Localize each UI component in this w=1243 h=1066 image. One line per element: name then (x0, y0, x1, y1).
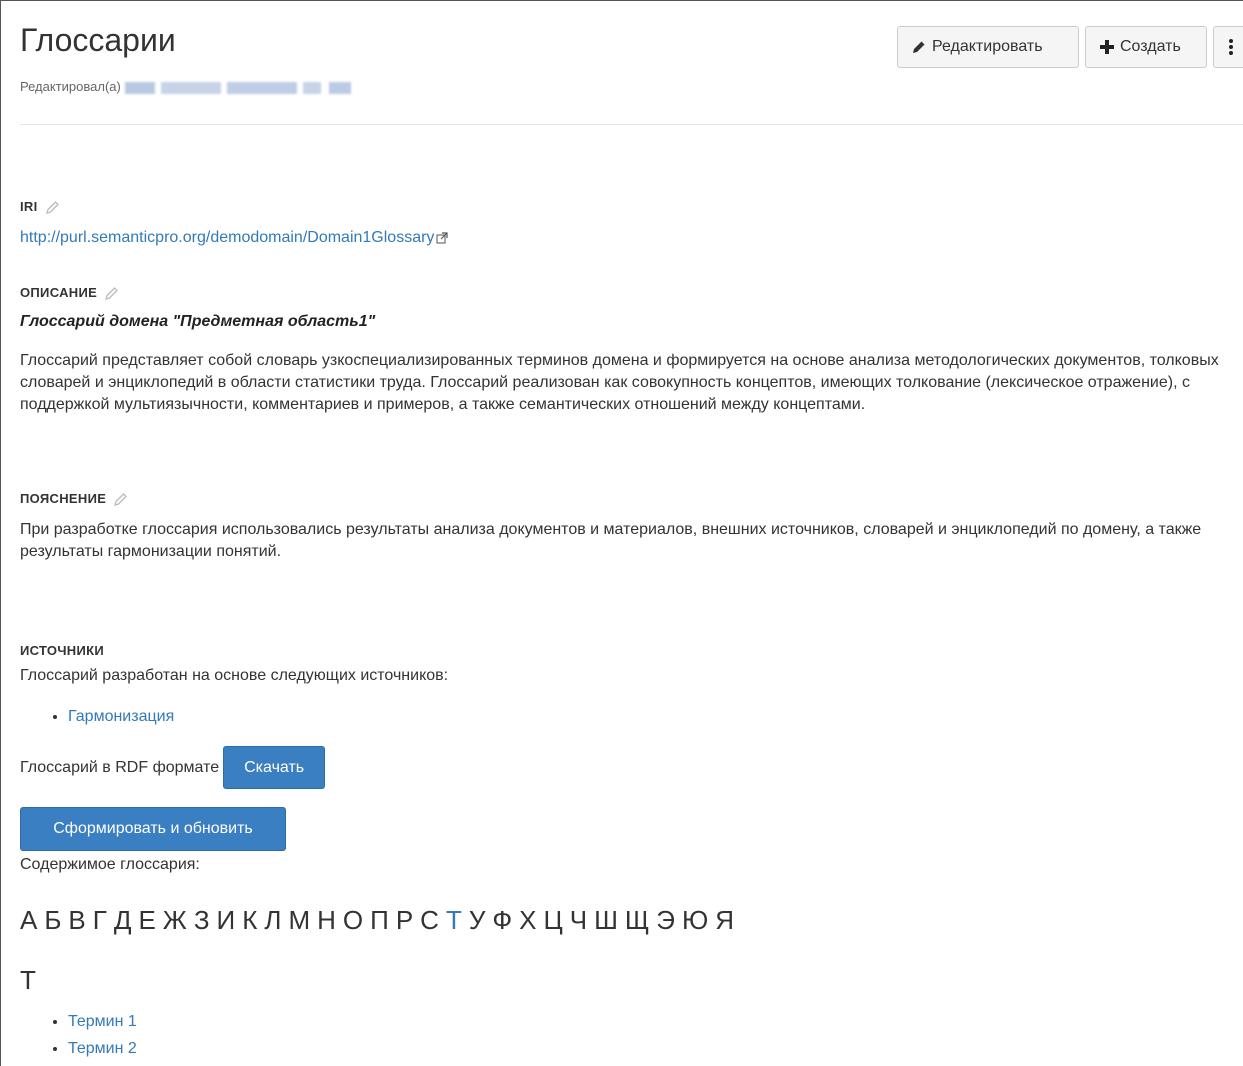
content-label: Содержимое глоссария: (20, 856, 200, 873)
more-options-button[interactable] (1213, 26, 1243, 68)
alphabet-letter-3[interactable]: В (68, 905, 85, 936)
description-title: Глоссарий домена "Предметная область1" (20, 313, 376, 330)
alphabet-letter-18[interactable]: Т (446, 905, 462, 936)
sources-intro: Глоссарий разработан на основе следующих… (20, 667, 449, 684)
alphabet-letter-13[interactable]: Н (317, 905, 336, 936)
edited-by: Редактировал(а) (20, 79, 351, 94)
alphabet-letter-22[interactable]: Ц (543, 905, 562, 936)
iri-link[interactable]: http://purl.semanticpro.org/demodomain/D… (20, 229, 434, 246)
alphabet-letter-11[interactable]: Л (264, 905, 281, 936)
alphabet-letter-8[interactable]: З (194, 905, 210, 936)
alphabet-letter-10[interactable]: К (242, 905, 257, 936)
external-link-icon (436, 232, 449, 244)
alphabet-letter-7[interactable]: Ж (163, 905, 187, 936)
explanation-label-text: ПОЯСНЕНИЕ (20, 491, 107, 506)
explanation-label: ПОЯСНЕНИЕ (20, 491, 128, 506)
alphabet-letter-15[interactable]: П (370, 905, 389, 936)
alphabet-letter-26[interactable]: Э (656, 905, 675, 936)
alphabet-letter-1[interactable]: А (20, 905, 37, 936)
create-button[interactable]: Создать (1085, 26, 1207, 68)
description-body: Глоссарий представляет собой словарь узк… (20, 352, 1219, 413)
term-link[interactable]: Термин 1 (68, 1013, 137, 1030)
generate-and-update-button[interactable]: Сформировать и обновить (20, 807, 286, 851)
pencil-icon[interactable] (45, 200, 60, 214)
source-link[interactable]: Гармонизация (68, 708, 174, 725)
iri-label-text: IRI (20, 199, 38, 214)
alphabet-letter-28[interactable]: Я (715, 905, 734, 936)
vertical-ellipsis-icon (1229, 39, 1233, 55)
description-label-text: ОПИСАНИЕ (20, 285, 98, 300)
alphabet-letter-25[interactable]: Щ (625, 905, 649, 936)
redacted-author-link[interactable] (124, 81, 351, 94)
alphabet-letter-23[interactable]: Ч (570, 905, 587, 936)
alphabet-letter-2[interactable]: Б (44, 905, 61, 936)
download-button[interactable]: Скачать (223, 746, 326, 789)
edited-by-label: Редактировал(а) (20, 79, 121, 94)
alphabet-letter-19[interactable]: У (469, 905, 486, 936)
list-item: Термин 2 (68, 1035, 137, 1062)
pencil-icon[interactable] (114, 492, 128, 506)
pencil-icon[interactable] (105, 286, 119, 300)
sources-label-text: ИСТОЧНИКИ (20, 643, 104, 658)
list-item: Термин 1 (68, 1008, 137, 1035)
alphabet-letter-4[interactable]: Г (93, 905, 107, 936)
list-item: Гармонизация (68, 703, 174, 730)
create-button-label: Создать (1120, 38, 1181, 55)
alphabet-index: АБВГДЕЖЗИКЛМНОПРСТУФХЦЧШЩЭЮЯ (20, 905, 741, 936)
alphabet-letter-14[interactable]: О (343, 905, 363, 936)
alphabet-letter-17[interactable]: С (420, 905, 439, 936)
sources-list: Гармонизация (48, 703, 174, 730)
alphabet-letter-21[interactable]: Х (519, 905, 536, 936)
alphabet-letter-24[interactable]: Ш (594, 905, 618, 936)
iri-value: http://purl.semanticpro.org/demodomain/D… (20, 229, 449, 247)
toolbar: Редактировать Создать (897, 26, 1243, 68)
pencil-icon (913, 41, 925, 53)
iri-label: IRI (20, 199, 60, 214)
alphabet-letter-12[interactable]: М (288, 905, 310, 936)
letter-heading: Т (20, 965, 36, 995)
header-divider (20, 124, 1243, 125)
page-title: Глоссарии (20, 22, 176, 58)
edit-button-label: Редактировать (932, 38, 1043, 55)
explanation-body: При разработке глоссария использовались … (20, 521, 1202, 560)
alphabet-letter-16[interactable]: Р (396, 905, 413, 936)
alphabet-letter-6[interactable]: Е (138, 905, 155, 936)
edit-button[interactable]: Редактировать (897, 26, 1079, 68)
terms-list: Термин 1 Термин 2 (48, 1008, 137, 1062)
alphabet-letter-9[interactable]: И (217, 905, 236, 936)
alphabet-letter-20[interactable]: Ф (492, 905, 512, 936)
plus-icon (1100, 40, 1114, 54)
rdf-row: Глоссарий в RDF формате Скачать (20, 746, 326, 789)
rdf-label: Глоссарий в RDF формате (20, 758, 220, 776)
sources-label: ИСТОЧНИКИ (20, 643, 104, 658)
alphabet-letter-5[interactable]: Д (114, 905, 132, 936)
term-link[interactable]: Термин 2 (68, 1040, 137, 1057)
alphabet-letter-27[interactable]: Ю (682, 905, 708, 936)
description-label: ОПИСАНИЕ (20, 285, 119, 300)
